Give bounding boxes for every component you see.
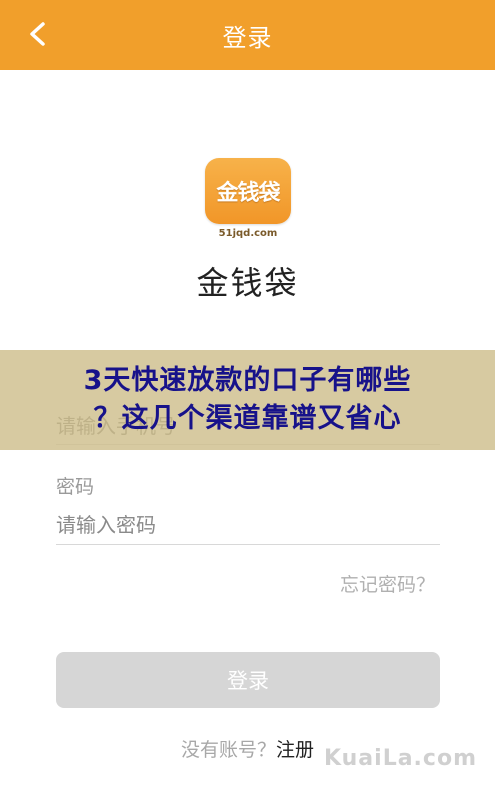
watermark: KuaiLa.com xyxy=(323,746,477,771)
logo-text: 金钱袋 xyxy=(216,181,280,206)
register-link[interactable]: 注册 xyxy=(276,739,314,761)
banner-line-2: ？这几个渠道靠谱又省心 xyxy=(93,403,402,434)
logo-badge: 金钱袋 xyxy=(205,158,291,224)
app-header: 登录 xyxy=(0,0,495,70)
app-logo: 金钱袋 51jqd.com xyxy=(205,158,291,244)
password-input[interactable] xyxy=(56,506,440,545)
logo-url-text: 51jqd.com xyxy=(218,228,278,239)
login-button[interactable]: 登录 xyxy=(56,652,440,708)
password-label: 密码 xyxy=(56,476,95,498)
app-name: 金钱袋 xyxy=(196,264,299,302)
no-account-text: 没有账号？ xyxy=(180,739,276,761)
page-title: 登录 xyxy=(222,23,273,52)
overlay-banner: 3天快速放款的口子有哪些 ？这几个渠道靠谱又省心 xyxy=(0,350,495,450)
banner-line-1: 3天快速放款的口子有哪些 xyxy=(83,365,412,396)
forgot-password-link[interactable]: 忘记密码？ xyxy=(340,570,435,597)
